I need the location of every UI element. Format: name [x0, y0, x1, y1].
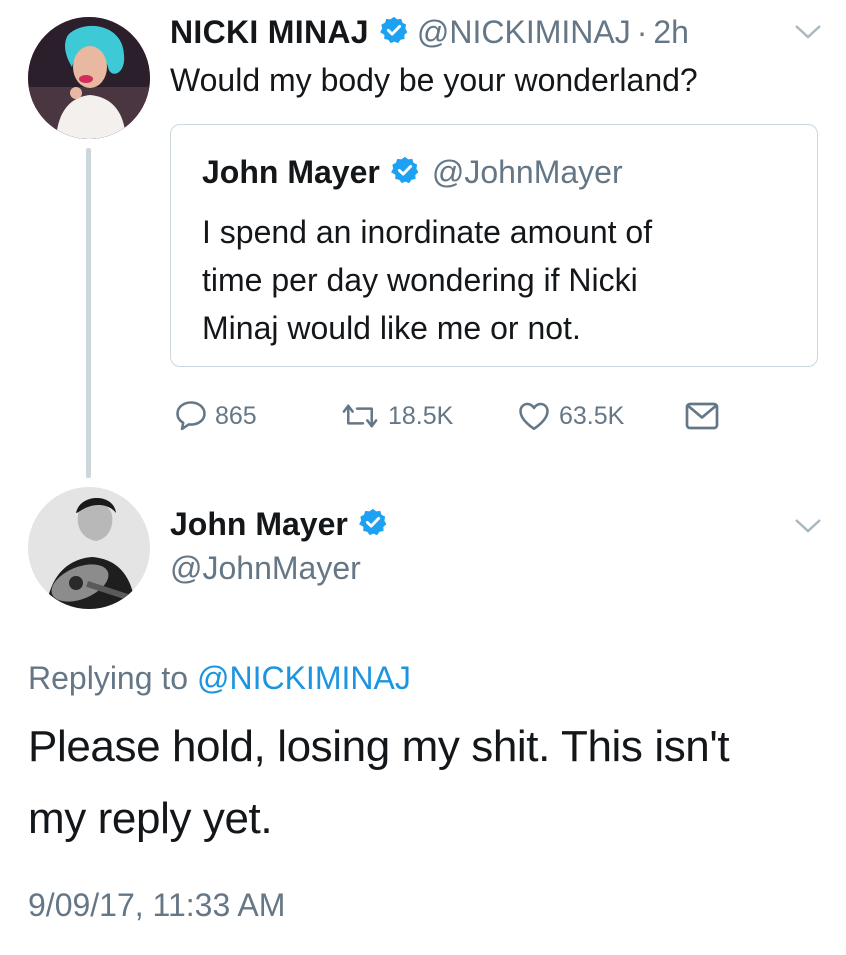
like-action[interactable]: 63.5K: [515, 396, 624, 436]
reply-author-name[interactable]: John Mayer: [170, 506, 348, 543]
time-separator: ·: [636, 13, 648, 50]
quoted-tweet-header: John Mayer @JohnMayer: [202, 150, 623, 194]
replying-to: Replying to @NICKIMINAJ: [28, 656, 411, 700]
verified-badge-icon: [379, 15, 409, 50]
author-name[interactable]: NICKI MINAJ: [170, 14, 369, 51]
quoted-text-line: time per day wondering if Nicki: [202, 262, 638, 298]
tweet-text: Would my body be your wonderland?: [170, 62, 698, 98]
like-icon: [519, 402, 549, 431]
quoted-text-line: I spend an inordinate amount of: [202, 214, 653, 250]
quoted-tweet-text: I spend an inordinate amount of time per…: [202, 208, 652, 352]
verified-badge-icon: [358, 507, 388, 542]
reply-timestamp: 9/09/17, 11:33 AM: [28, 887, 286, 923]
retweet-count: 18.5K: [388, 401, 454, 430]
avatar-john-mayer[interactable]: [28, 487, 150, 609]
direct-message-action[interactable]: [682, 396, 728, 436]
quoted-author-handle: @JohnMayer: [431, 153, 623, 190]
chevron-down-icon[interactable]: [793, 516, 823, 541]
replying-to-handle[interactable]: @NICKIMINAJ: [197, 660, 411, 696]
like-count: 63.5K: [559, 401, 625, 430]
reply-text-line: my reply yet.: [28, 794, 273, 843]
reply-author-handle[interactable]: @JohnMayer: [170, 548, 361, 588]
reply-icon: [176, 401, 206, 431]
quoted-author-name: John Mayer: [202, 153, 380, 190]
chevron-down-icon[interactable]: [793, 22, 823, 47]
avatar-nicki-minaj[interactable]: [28, 17, 150, 139]
tweet-header: NICKI MINAJ @NICKIMINAJ · 2h: [170, 10, 689, 54]
direct-message-icon: [685, 402, 719, 430]
thread-connector-line: [86, 148, 91, 478]
verified-badge-icon: [390, 155, 420, 190]
reply-count: 865: [215, 401, 257, 430]
author-handle[interactable]: @NICKIMINAJ: [417, 14, 631, 51]
retweet-action[interactable]: 18.5K: [338, 396, 453, 436]
reply-action[interactable]: 865: [173, 396, 257, 436]
reply-text-line: Please hold, losing my shit. This isn't: [28, 722, 730, 771]
retweet-icon: [342, 404, 378, 428]
reply-text: Please hold, losing my shit. This isn't …: [28, 711, 730, 855]
reply-header: John Mayer: [170, 502, 388, 546]
tweet-time[interactable]: 2h: [653, 14, 689, 51]
quoted-text-line: Minaj would like me or not.: [202, 310, 581, 346]
replying-to-prefix: Replying to: [28, 660, 189, 696]
